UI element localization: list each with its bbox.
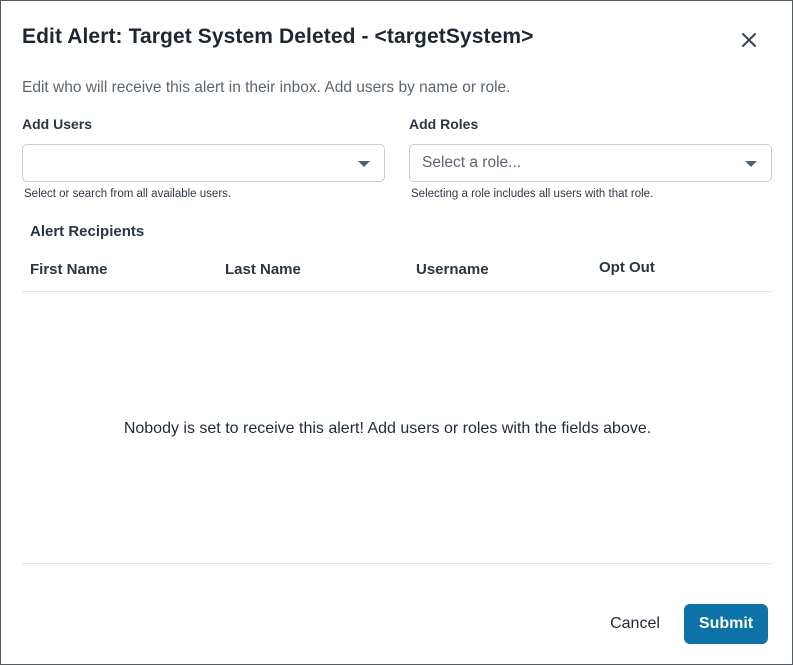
add-users-label: Add Users (22, 116, 93, 132)
close-button[interactable] (737, 28, 761, 52)
table-footer-divider (22, 563, 773, 564)
column-header-username: Username (416, 261, 489, 278)
edit-alert-dialog: Edit Alert: Target System Deleted - <tar… (0, 0, 793, 665)
column-header-opt-out: Opt Out (599, 259, 655, 276)
add-users-select[interactable] (22, 144, 385, 182)
column-header-first-name: First Name (30, 261, 108, 278)
add-roles-label: Add Roles (409, 116, 479, 132)
chevron-down-icon (745, 161, 757, 167)
add-users-help: Select or search from all available user… (24, 188, 232, 200)
dialog-description: Edit who will receive this alert in thei… (22, 79, 511, 96)
table-header-divider (22, 291, 773, 292)
chevron-down-icon (358, 161, 370, 167)
close-icon (742, 33, 756, 47)
cancel-button[interactable]: Cancel (601, 605, 669, 643)
alert-recipients-title: Alert Recipients (30, 223, 145, 240)
submit-button[interactable]: Submit (684, 604, 768, 644)
dialog-title: Edit Alert: Target System Deleted - <tar… (22, 25, 534, 48)
add-roles-select[interactable]: Select a role... (409, 144, 772, 182)
add-roles-placeholder: Select a role... (422, 154, 522, 171)
column-header-last-name: Last Name (225, 261, 301, 278)
empty-state-message: Nobody is set to receive this alert! Add… (123, 420, 652, 437)
add-roles-help: Selecting a role includes all users with… (411, 188, 654, 200)
